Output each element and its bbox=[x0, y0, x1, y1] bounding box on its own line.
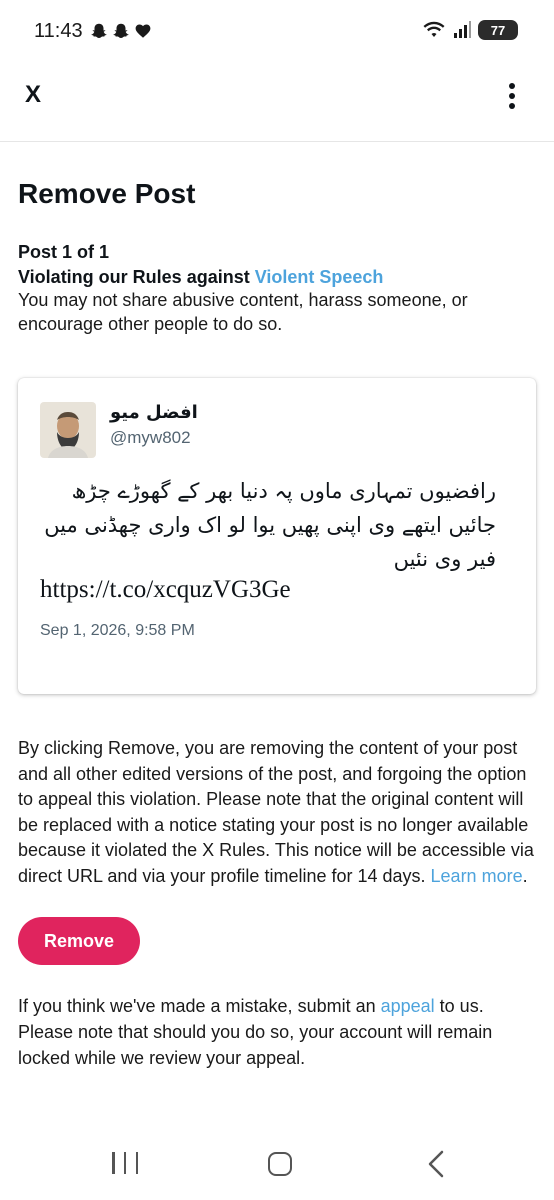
wifi-icon bbox=[423, 21, 445, 37]
battery-indicator: 77 bbox=[478, 20, 518, 40]
back-button[interactable] bbox=[426, 1150, 446, 1178]
author-handle: @myw802 bbox=[110, 428, 191, 447]
signal-icon bbox=[454, 21, 471, 38]
author-name: افضل میو bbox=[110, 402, 198, 423]
heart-icon bbox=[135, 24, 151, 38]
status-bar: 11:43 77 bbox=[0, 0, 554, 64]
main-content: Remove Post Post 1 of 1 Violating our Ru… bbox=[18, 142, 538, 1071]
violation-prefix: Violating our Rules against bbox=[18, 267, 255, 287]
snapchat-icon bbox=[113, 23, 129, 39]
violation-heading: Violating our Rules against Violent Spee… bbox=[18, 267, 538, 288]
close-button[interactable]: X bbox=[20, 82, 46, 108]
recents-icon bbox=[112, 1152, 115, 1174]
app-bar: X bbox=[0, 64, 554, 142]
system-nav-bar bbox=[0, 1130, 554, 1200]
post-card: افضل میو @myw802 رافضیوں تمہاری ماوں پہ … bbox=[18, 378, 536, 694]
post-url[interactable]: https://t.co/xcquzVG3Ge bbox=[40, 576, 291, 604]
home-button[interactable] bbox=[268, 1152, 292, 1176]
appeal-prefix: If you think we've made a mistake, submi… bbox=[18, 996, 381, 1016]
status-time: 11:43 bbox=[34, 20, 83, 42]
more-vertical-icon bbox=[509, 83, 515, 89]
appeal-text: If you think we've made a mistake, submi… bbox=[18, 993, 538, 1071]
snapchat-icon bbox=[91, 23, 107, 39]
appeal-link[interactable]: appeal bbox=[381, 996, 435, 1016]
remove-button[interactable]: Remove bbox=[18, 917, 140, 965]
post-count: Post 1 of 1 bbox=[18, 242, 110, 262]
recents-button[interactable] bbox=[112, 1152, 138, 1176]
notice-text: By clicking Remove, you are removing the… bbox=[18, 738, 534, 886]
violation-description: You may not share abusive content, haras… bbox=[18, 290, 468, 334]
notification-icons bbox=[90, 22, 152, 40]
more-options-button[interactable] bbox=[498, 80, 526, 112]
removal-notice: By clicking Remove, you are removing the… bbox=[18, 736, 538, 889]
post-date: Sep 1, 2026, 9:58 PM bbox=[40, 622, 195, 639]
learn-more-link[interactable]: Learn more bbox=[431, 866, 523, 886]
system-icons: 77 bbox=[422, 20, 518, 40]
violent-speech-link[interactable]: Violent Speech bbox=[255, 267, 384, 287]
page-title: Remove Post bbox=[18, 178, 196, 209]
post-text: رافضیوں تمہاری ماوں پہ دنیا بھر کے گھوڑے… bbox=[44, 479, 496, 571]
notice-end: . bbox=[522, 865, 528, 886]
avatar bbox=[40, 402, 96, 458]
